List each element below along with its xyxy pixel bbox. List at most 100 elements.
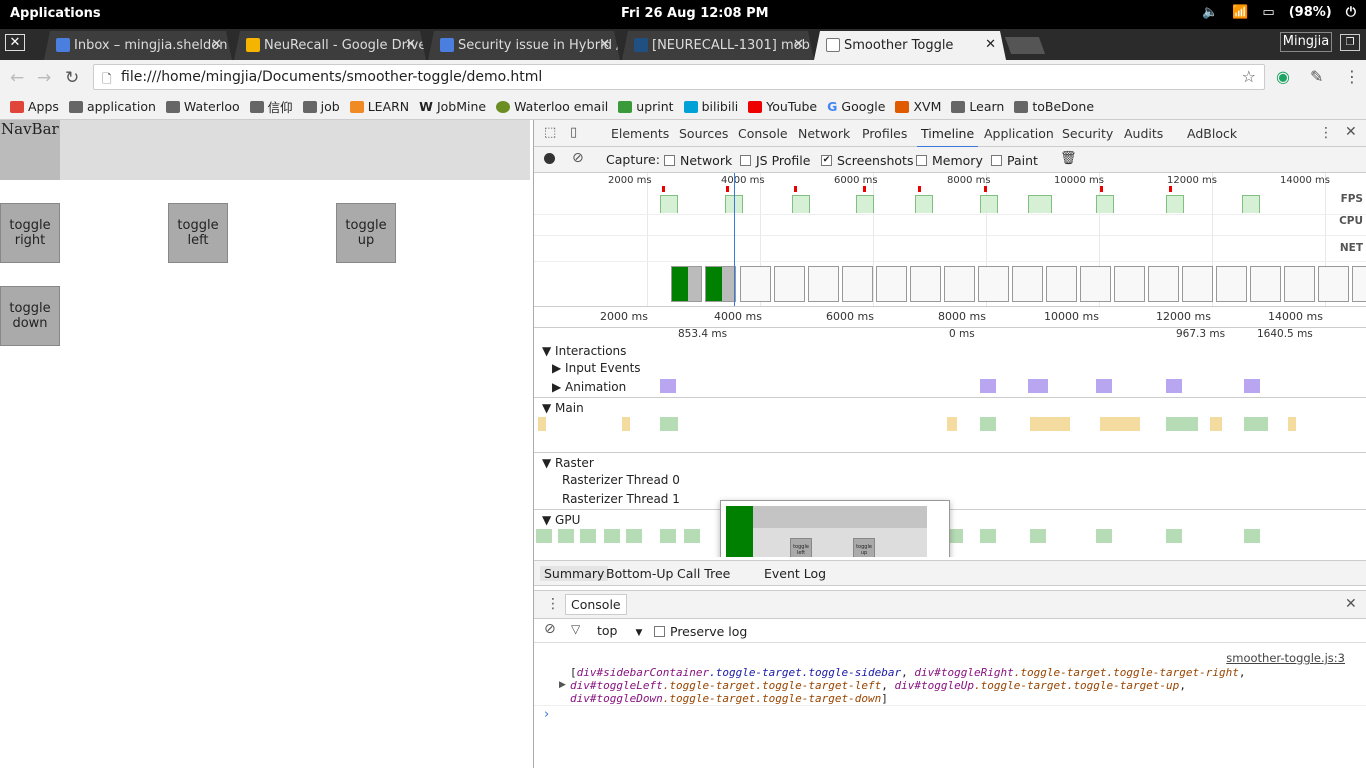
toggle-down-button[interactable]: toggle down	[0, 286, 60, 346]
gpu-bar[interactable]	[1096, 529, 1112, 543]
timeline-overview[interactable]: 2000 ms 4000 ms 6000 ms 8000 ms 10000 ms…	[534, 173, 1366, 307]
new-tab-button[interactable]	[1004, 37, 1046, 54]
filter-icon[interactable]: ▽	[571, 622, 580, 636]
screenshot-thumbnail[interactable]	[1046, 266, 1077, 302]
bookmark-folder[interactable]: application	[68, 99, 156, 114]
close-devtools-icon[interactable]: ✕	[1345, 124, 1357, 140]
animation-row[interactable]: ▶ Animation	[552, 380, 626, 394]
close-window-icon[interactable]: ✕	[5, 34, 25, 51]
screenshot-thumbnail[interactable]	[671, 266, 702, 302]
close-tab-icon[interactable]: ✕	[793, 37, 804, 52]
bookmark-waterloo-email[interactable]: Waterloo email	[496, 99, 608, 114]
toggle-left-button[interactable]: toggle left	[168, 203, 228, 263]
flame-chart[interactable]: 2000 ms 4000 ms 6000 ms 8000 ms 10000 ms…	[534, 307, 1366, 557]
tab-neurecall-1301[interactable]: [NEURECALL-1301] mob ✕	[622, 31, 814, 60]
bookmark-bilibili[interactable]: bilibili	[683, 99, 738, 114]
tab-event-log[interactable]: Event Log	[764, 566, 826, 581]
screenshot-thumbnail[interactable]	[1080, 266, 1111, 302]
interactions-section[interactable]: ▼ Interactions	[542, 344, 626, 358]
gpu-bar[interactable]	[980, 529, 996, 543]
applications-menu[interactable]: Applications	[10, 6, 101, 21]
network-checkbox[interactable]: Network	[664, 153, 732, 168]
tab-adblock[interactable]: AdBlock	[1187, 126, 1237, 141]
gpu-bar[interactable]	[626, 529, 642, 543]
gpu-bar[interactable]	[684, 529, 700, 543]
trash-icon[interactable]: 🗑	[1060, 151, 1077, 166]
bookmark-xvm[interactable]: XVM	[895, 99, 941, 114]
context-selector[interactable]: top ▼	[597, 623, 642, 638]
memory-checkbox[interactable]: Memory	[916, 153, 983, 168]
tab-console[interactable]: Console	[738, 126, 788, 141]
tab-elements[interactable]: Elements	[611, 126, 669, 141]
gpu-bar[interactable]	[536, 529, 552, 543]
paint-checkbox[interactable]: Paint	[991, 153, 1038, 168]
tab-call-tree[interactable]: Call Tree	[677, 566, 730, 581]
bookmark-apps[interactable]: Apps	[10, 99, 59, 114]
screenshot-thumbnail[interactable]	[978, 266, 1009, 302]
screenshots-checkbox[interactable]: ✔ Screenshots	[821, 153, 913, 168]
screenshot-thumbnail[interactable]	[1148, 266, 1179, 302]
device-toggle-icon[interactable]: ▯	[570, 125, 577, 140]
screenshot-thumbnail[interactable]	[876, 266, 907, 302]
main-thread-bar[interactable]	[1210, 417, 1222, 431]
animation-bar[interactable]	[1096, 379, 1112, 393]
main-thread-bar[interactable]	[622, 417, 630, 431]
screenshot-thumbnail[interactable]	[1284, 266, 1315, 302]
bookmark-google[interactable]: G Google	[827, 99, 885, 114]
animation-bar[interactable]	[1028, 379, 1048, 393]
screenshot-thumbnail[interactable]	[740, 266, 771, 302]
screenshot-thumbnail[interactable]	[1182, 266, 1213, 302]
close-tab-icon[interactable]: ✕	[599, 37, 610, 52]
raster-section[interactable]: ▼ Raster	[542, 456, 594, 470]
gpu-bar[interactable]	[1166, 529, 1182, 543]
tab-security-issue[interactable]: Security issue in Hybrid / ✕	[428, 31, 620, 60]
console-log-line[interactable]: div#toggleLeft.toggle-target.toggle-targ…	[570, 679, 1186, 692]
tab-profiles[interactable]: Profiles	[862, 126, 907, 141]
eyedropper-icon[interactable]: ✎	[1310, 67, 1323, 86]
gpu-bar[interactable]	[1244, 529, 1260, 543]
console-source-link[interactable]: smoother-toggle.js:3	[1226, 651, 1345, 665]
wifi-icon[interactable]: 📶	[1232, 5, 1248, 20]
animation-bar[interactable]	[980, 379, 996, 393]
main-thread-bar[interactable]	[660, 417, 678, 431]
screenshot-thumbnail[interactable]	[842, 266, 873, 302]
gpu-section[interactable]: ▼ GPU	[542, 513, 580, 527]
drawer-menu-icon[interactable]: ⋮	[546, 596, 560, 612]
screenshot-thumbnail[interactable]	[808, 266, 839, 302]
tab-smoother-toggle[interactable]: Smoother Toggle ✕	[814, 31, 1006, 60]
gpu-bar[interactable]	[604, 529, 620, 543]
screenshot-thumbnail[interactable]	[1250, 266, 1281, 302]
back-arrow-icon[interactable]: ←	[10, 68, 24, 88]
volume-icon[interactable]: 🔈	[1202, 5, 1218, 20]
tab-google-drive[interactable]: NeuRecall - Google Drive ✕	[234, 31, 426, 60]
toggle-right-button[interactable]: toggle right	[0, 203, 60, 263]
devtools-menu-icon[interactable]: ⋮	[1319, 125, 1333, 141]
animation-bar[interactable]	[1244, 379, 1260, 393]
page-info-icon[interactable]: 🗋	[102, 70, 112, 91]
main-thread-bar[interactable]	[538, 417, 546, 431]
bookmark-youtube[interactable]: YouTube	[748, 99, 817, 114]
js-profile-checkbox[interactable]: JS Profile	[740, 153, 810, 168]
tab-network[interactable]: Network	[798, 126, 850, 141]
screenshot-thumbnail[interactable]	[1114, 266, 1145, 302]
address-bar[interactable]: 🗋 file:///home/mingjia/Documents/smoothe…	[93, 64, 1265, 90]
main-thread-bar[interactable]	[1030, 417, 1070, 431]
tab-summary[interactable]: Summary	[540, 566, 609, 581]
forward-arrow-icon[interactable]: →	[37, 68, 51, 88]
input-events-row[interactable]: ▶ Input Events	[552, 361, 641, 375]
bookmark-folder[interactable]: 信仰	[249, 97, 293, 116]
bookmark-star-icon[interactable]: ☆	[1242, 67, 1256, 86]
main-thread-bar[interactable]	[947, 417, 957, 431]
console-prompt-icon[interactable]: ›	[544, 707, 549, 722]
console-tab[interactable]: Console	[565, 594, 627, 615]
power-icon[interactable]: ⏻	[1346, 5, 1356, 20]
clear-console-icon[interactable]: ⊘	[544, 621, 556, 637]
tab-application[interactable]: Application	[984, 126, 1054, 141]
preserve-log-checkbox[interactable]: Preserve log	[654, 624, 747, 639]
screenshot-thumbnail[interactable]	[1318, 266, 1349, 302]
gpu-bar[interactable]	[580, 529, 596, 543]
screenshot-thumbnail[interactable]	[910, 266, 941, 302]
expand-arrow-icon[interactable]: ▶	[559, 680, 566, 690]
inspect-element-icon[interactable]: ⬚	[544, 125, 556, 140]
bookmark-folder[interactable]: Waterloo	[165, 99, 240, 114]
